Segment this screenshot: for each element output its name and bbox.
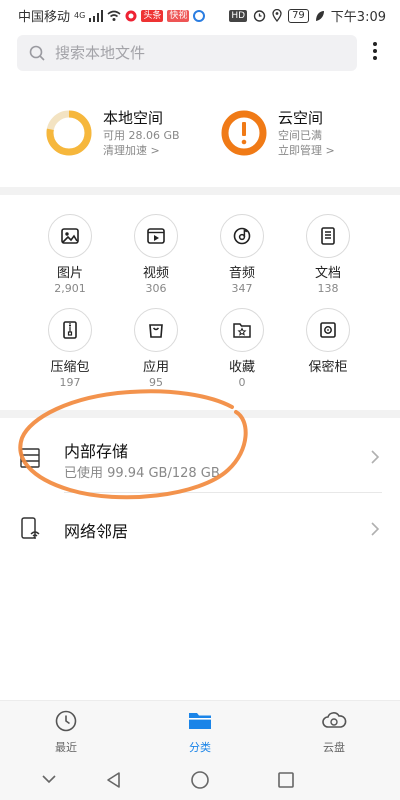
tab-label: 云盘 xyxy=(323,741,345,754)
category-videos[interactable]: 视频 306 xyxy=(116,214,196,296)
more-dot xyxy=(373,49,377,53)
internal-storage-row[interactable]: 内部存储 已使用 99.94 GB/128 GB xyxy=(0,422,400,492)
category-count: 197 xyxy=(59,376,81,389)
local-space-card[interactable]: 本地空间 可用 28.06 GB 清理加速 > xyxy=(45,103,180,163)
system-nav-bar xyxy=(0,760,400,800)
category-apps[interactable]: 应用 95 xyxy=(116,308,196,390)
category-count: 306 xyxy=(145,282,167,295)
category-count: 138 xyxy=(317,282,339,295)
local-space-title: 本地空间 xyxy=(103,109,164,127)
network-device-icon xyxy=(21,517,40,539)
image-icon xyxy=(48,214,92,258)
folder-icon xyxy=(189,713,211,729)
category-label: 保密柜 xyxy=(308,360,348,375)
network-type: 4G xyxy=(74,11,86,20)
category-audio[interactable]: 音频 347 xyxy=(202,214,282,296)
wifi-icon xyxy=(107,10,121,21)
local-space-available: 可用 28.06 GB xyxy=(103,129,180,142)
category-label: 图片 xyxy=(56,266,83,281)
alarm-icon xyxy=(253,10,266,22)
app-bag-icon xyxy=(134,308,178,352)
chevron-down-icon[interactable] xyxy=(40,770,58,788)
app-notification-icon xyxy=(125,10,137,21)
tab-label: 最近 xyxy=(55,741,77,754)
clock-icon xyxy=(55,710,77,732)
back-icon[interactable] xyxy=(104,770,124,790)
category-archives[interactable]: 压缩包 197 xyxy=(30,308,110,390)
more-options-button[interactable] xyxy=(367,40,383,66)
local-space-ring-icon xyxy=(46,110,92,156)
storage-icon xyxy=(20,448,40,468)
location-icon xyxy=(272,9,282,22)
category-favorites[interactable]: 收藏 0 xyxy=(202,308,282,390)
signal-icon xyxy=(89,9,104,22)
status-left: 中国移动 4G 头条 快视 xyxy=(18,6,206,25)
category-label: 视频 xyxy=(142,266,169,281)
search-icon xyxy=(29,45,45,61)
cloud-icon xyxy=(322,712,347,728)
category-label: 音频 xyxy=(228,266,255,281)
recent-apps-icon[interactable] xyxy=(276,770,296,790)
category-images[interactable]: 图片 2,901 xyxy=(30,214,110,296)
safe-icon xyxy=(306,308,350,352)
internal-storage-title: 内部存储 xyxy=(64,442,129,461)
category-count: 95 xyxy=(149,376,163,389)
row-divider xyxy=(64,492,382,493)
tab-label: 分类 xyxy=(189,741,211,754)
section-divider xyxy=(0,187,400,195)
network-neighborhood-row[interactable]: 网络邻居 xyxy=(0,494,400,564)
audio-icon xyxy=(220,214,264,258)
hd-badge: HD xyxy=(229,9,248,22)
category-label: 应用 xyxy=(142,360,169,375)
clock-time: 下午3:09 xyxy=(330,10,386,25)
more-dot xyxy=(373,56,377,60)
local-space-cleanup-link[interactable]: 清理加速 > xyxy=(103,143,180,158)
cloud-space-title: 云空间 xyxy=(278,109,324,127)
document-icon xyxy=(306,214,350,258)
video-icon xyxy=(134,214,178,258)
category-label: 压缩包 xyxy=(50,360,90,375)
kuaishi-badge: 快视 xyxy=(167,9,190,22)
leaf-icon xyxy=(315,10,324,21)
category-safe[interactable]: 保密柜 xyxy=(288,308,368,376)
category-count: 2,901 xyxy=(54,282,86,295)
category-count: 347 xyxy=(231,282,253,295)
tab-categories[interactable]: 分类 xyxy=(160,709,240,755)
chevron-right-icon xyxy=(371,450,380,464)
home-icon[interactable] xyxy=(190,770,210,790)
tab-recent[interactable]: 最近 xyxy=(26,709,106,755)
bottom-tab-bar: 最近 分类 云盘 xyxy=(0,700,400,761)
tab-cloud-drive[interactable]: 云盘 xyxy=(294,709,374,755)
carrier-label: 中国移动 xyxy=(18,10,71,25)
status-right: HD 79 下午3:09 xyxy=(229,6,386,25)
search-input[interactable] xyxy=(53,43,327,63)
category-label: 收藏 xyxy=(228,360,255,375)
app-circle-icon xyxy=(193,9,206,22)
network-neighborhood-title: 网络邻居 xyxy=(64,522,129,541)
section-divider xyxy=(0,410,400,418)
archive-icon xyxy=(48,308,92,352)
cloud-space-card[interactable]: 云空间 空间已满 立即管理 > xyxy=(220,103,335,163)
favorite-icon xyxy=(220,308,264,352)
more-dot xyxy=(373,42,377,46)
cloud-space-manage-link[interactable]: 立即管理 > xyxy=(278,143,335,158)
chevron-right-icon xyxy=(371,522,380,536)
status-bar: 中国移动 4G 头条 快视 HD 79 下午3:09 xyxy=(0,0,400,28)
category-count: 0 xyxy=(238,376,246,389)
cloud-space-status: 空间已满 xyxy=(278,129,322,142)
toutiao-badge: 头条 xyxy=(141,9,164,22)
cloud-warning-icon xyxy=(221,110,267,156)
battery-indicator: 79 xyxy=(288,8,309,23)
category-label: 文档 xyxy=(314,266,341,281)
category-documents[interactable]: 文档 138 xyxy=(288,214,368,296)
internal-storage-usage: 已使用 99.94 GB/128 GB xyxy=(64,466,220,481)
search-bar[interactable] xyxy=(17,35,357,71)
